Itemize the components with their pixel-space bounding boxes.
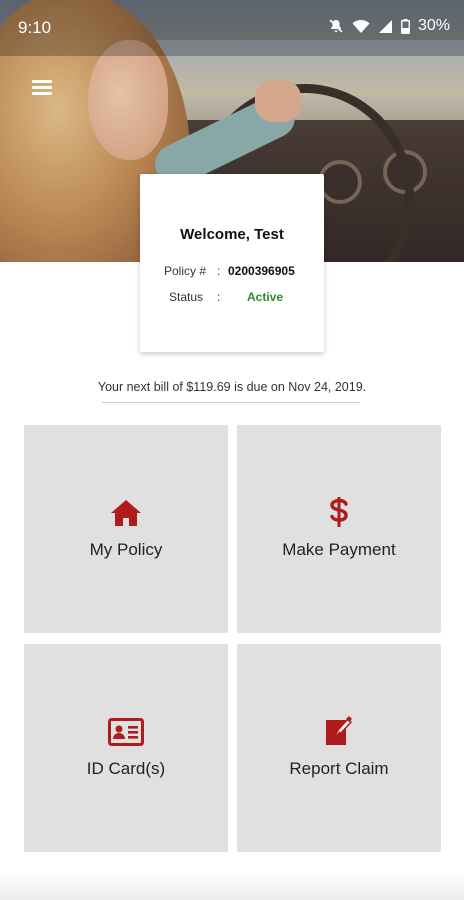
policy-label: Policy # xyxy=(164,264,207,278)
report-claim-icon xyxy=(237,716,441,746)
wifi-icon xyxy=(352,19,370,34)
id-card-icon xyxy=(24,718,228,746)
status-bar: 9:10 30% xyxy=(0,0,464,56)
signal-icon xyxy=(378,19,393,34)
mute-icon xyxy=(328,18,344,34)
policy-number: 0200396905 xyxy=(228,264,295,278)
report-claim-tile[interactable]: Report Claim xyxy=(237,644,441,852)
status-separator: : xyxy=(217,290,221,304)
status-value: Active xyxy=(247,290,284,304)
bill-notice: Your next bill of $119.69 is due on Nov … xyxy=(97,380,367,394)
bill-divider xyxy=(102,402,360,403)
make-payment-label: Make Payment xyxy=(282,540,396,559)
hamburger-icon xyxy=(22,72,62,95)
welcome-card: Welcome, Test Policy # : 0200396905 Stat… xyxy=(140,174,324,352)
report-claim-label: Report Claim xyxy=(289,759,389,778)
menu-button[interactable] xyxy=(22,72,62,106)
my-policy-label: My Policy xyxy=(89,540,163,559)
welcome-title: Welcome, Test xyxy=(180,226,284,243)
bottom-area xyxy=(0,872,464,900)
home-icon xyxy=(24,499,228,527)
my-policy-tile[interactable]: My Policy xyxy=(24,425,228,633)
id-cards-tile[interactable]: ID Card(s) xyxy=(24,644,228,852)
make-payment-tile[interactable]: Make Payment xyxy=(237,425,441,633)
status-time: 9:10 xyxy=(18,18,52,37)
dollar-icon xyxy=(237,495,441,529)
policy-separator: : xyxy=(217,264,221,278)
battery-percent: 30% xyxy=(417,17,450,34)
status-label: Status xyxy=(169,290,204,304)
id-cards-label: ID Card(s) xyxy=(86,759,166,778)
battery-icon xyxy=(401,18,410,34)
